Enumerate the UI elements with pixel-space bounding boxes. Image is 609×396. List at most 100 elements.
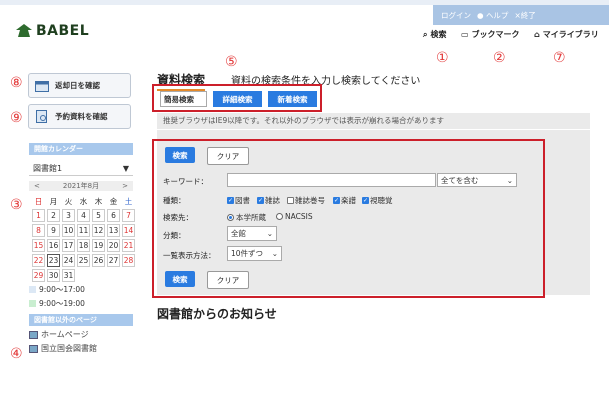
calendar-day: 23 (47, 254, 60, 267)
exit-link[interactable]: ×終了 (514, 10, 535, 21)
category-select[interactable]: 全館 ⌄ (227, 226, 277, 241)
top-links-bar: ログイン ● ヘルプ ×終了 (433, 5, 609, 25)
calendar-week-row: 8 9 10 11 12 13 14 (32, 224, 135, 237)
target-radio-own[interactable]: 本学所蔵 (227, 212, 266, 223)
logo[interactable]: BABEL (16, 23, 89, 39)
hours-legend-1: 9:00～17:00 (29, 284, 85, 295)
links-title: 図書館以外のページ (29, 314, 133, 326)
calendar-week-row: 1234567 (32, 209, 135, 222)
annotation-1: ① (436, 50, 449, 66)
type-checkbox-score[interactable]: ✓ 楽譜 (333, 195, 356, 206)
calendar-grid: 日 月 火 水 木 金 土 1 2 3 4 5 6 7 8 9 10 11 12 13 14 15 16 17 1… (30, 194, 137, 284)
calendar-title: 開館カレンダー (29, 143, 133, 155)
clear-button-top[interactable]: クリア (207, 147, 249, 165)
tab-advanced-search[interactable]: 詳細検索 (213, 91, 262, 107)
tab-simple-search[interactable]: 簡易検索 (160, 91, 207, 107)
weekday-sun: 日 (34, 197, 43, 206)
type-checkbox-magazine-volume[interactable]: 雑誌巻号 (287, 195, 325, 206)
nav-mylibrary-label: マイライブラリ (542, 30, 599, 39)
search-button-top[interactable]: 検索 (165, 147, 195, 163)
library-select-value: 図書館1 (33, 164, 63, 173)
radio-selected-icon (227, 214, 234, 221)
target-radio-nacsis[interactable]: NACSIS (276, 212, 313, 221)
prev-month-icon[interactable]: < (34, 182, 40, 190)
calendar-day: 27 (107, 254, 120, 267)
chevron-down-icon: ⌄ (266, 229, 273, 238)
calendar-day: 8 (32, 224, 45, 237)
checkbox-checked-icon: ✓ (227, 197, 234, 204)
calendar-month-label: 2021年8月 (62, 182, 100, 190)
match-mode-value: 全てを含む (441, 175, 479, 185)
browser-notice: 推奨ブラウザはIE9以降です。それ以外のブラウザでは表示が崩れる場合があります (157, 113, 590, 129)
type-checkbox-book[interactable]: ✓ 図書 (227, 195, 250, 206)
tab-new-arrivals[interactable]: 新着検索 (268, 91, 317, 107)
calendar-day: 13 (107, 224, 120, 237)
return-date-button[interactable]: 返却日を確認 (28, 73, 131, 98)
link-homepage[interactable]: ホームページ (29, 329, 89, 340)
page-icon (29, 344, 38, 353)
keyword-input[interactable] (227, 173, 436, 187)
annotation-9: ⑨ (10, 110, 23, 126)
weekday-sat: 土 (124, 197, 133, 206)
chevron-down-icon: ⌄ (506, 175, 513, 185)
hours-legend-1-label: 9:00～17:00 (39, 285, 85, 294)
nav-search[interactable]: ⌕ 検索 (423, 29, 446, 40)
clear-button-bottom[interactable]: クリア (207, 271, 249, 289)
library-select[interactable]: 図書館1 ▼ (29, 162, 133, 176)
calendar-day: 19 (92, 239, 105, 252)
logo-text: BABEL (36, 23, 90, 39)
calendar-day: 2 (47, 209, 60, 222)
nav-mylibrary[interactable]: ⌂ マイライブラリ (534, 29, 599, 40)
calendar-day: 3 (62, 209, 75, 222)
radio-unselected-icon (276, 213, 283, 220)
login-link[interactable]: ログイン (441, 10, 471, 21)
calendar-day (77, 269, 90, 282)
help-label: ヘルプ (485, 10, 509, 20)
help-icon: ● (477, 10, 484, 20)
type-book-label: 図書 (235, 196, 250, 205)
weekday-wed: 水 (79, 197, 88, 206)
calendar-day (122, 269, 135, 282)
calendar-day: 20 (107, 239, 120, 252)
calendar-day: 29 (32, 269, 45, 282)
annotation-4: ④ (10, 346, 23, 362)
logo-icon (16, 24, 32, 37)
calendar-day: 12 (92, 224, 105, 237)
display-method-select[interactable]: 10件ずつ ⌄ (227, 246, 282, 261)
annotation-7: ⑦ (553, 50, 566, 66)
nav-bookmark[interactable]: ▭ ブックマーク (461, 29, 520, 40)
type-label: 種類： (163, 196, 186, 205)
link-national-diet-library[interactable]: 国立国会図書館 (29, 343, 97, 354)
checkbox-unchecked-icon (287, 197, 294, 204)
annotation-2: ② (493, 50, 506, 66)
type-magazine-label: 雑誌 (265, 196, 280, 205)
search-button-bottom[interactable]: 検索 (165, 271, 195, 287)
next-month-icon[interactable]: > (122, 182, 128, 190)
calendar-day: 6 (107, 209, 120, 222)
nav-search-label: 検索 (430, 30, 447, 39)
checkbox-checked-icon: ✓ (257, 197, 264, 204)
calendar-day: 21 (122, 239, 135, 252)
type-checkbox-av[interactable]: ✓ 視聴覚 (362, 195, 393, 206)
calendar-day: 26 (92, 254, 105, 267)
display-method-value: 10件ずつ (231, 249, 264, 258)
calendar-day: 15 (32, 239, 45, 252)
calendar-day: 7 (122, 209, 135, 222)
calendar-month-nav: < 2021年8月 > (29, 181, 133, 191)
calendar-icon (35, 80, 49, 92)
type-checkbox-magazine[interactable]: ✓ 雑誌 (257, 195, 280, 206)
display-method-label: 一覧表示方法： (163, 251, 216, 260)
calendar-day: 17 (62, 239, 75, 252)
checkbox-checked-icon: ✓ (333, 197, 340, 204)
calendar-day: 11 (77, 224, 90, 237)
match-mode-select[interactable]: 全てを含む ⌄ (437, 173, 517, 187)
calendar-body: 1 2 3 4 5 6 7 8 9 10 11 12 13 14 15 16 17 18 19 20 21 22 23 24 2… (32, 209, 135, 282)
annotation-8: ⑧ (10, 75, 23, 91)
calendar-week-row: 29 30 31 (32, 269, 135, 282)
reserved-items-button[interactable]: 予約資料を確認 (28, 104, 131, 129)
calendar-day: 28 (122, 254, 135, 267)
weekday-mon: 月 (49, 197, 58, 206)
news-heading: 図書館からのお知らせ (157, 307, 277, 321)
reserved-items-label: 予約資料を確認 (55, 112, 108, 121)
help-link[interactable]: ● ヘルプ (477, 10, 508, 21)
